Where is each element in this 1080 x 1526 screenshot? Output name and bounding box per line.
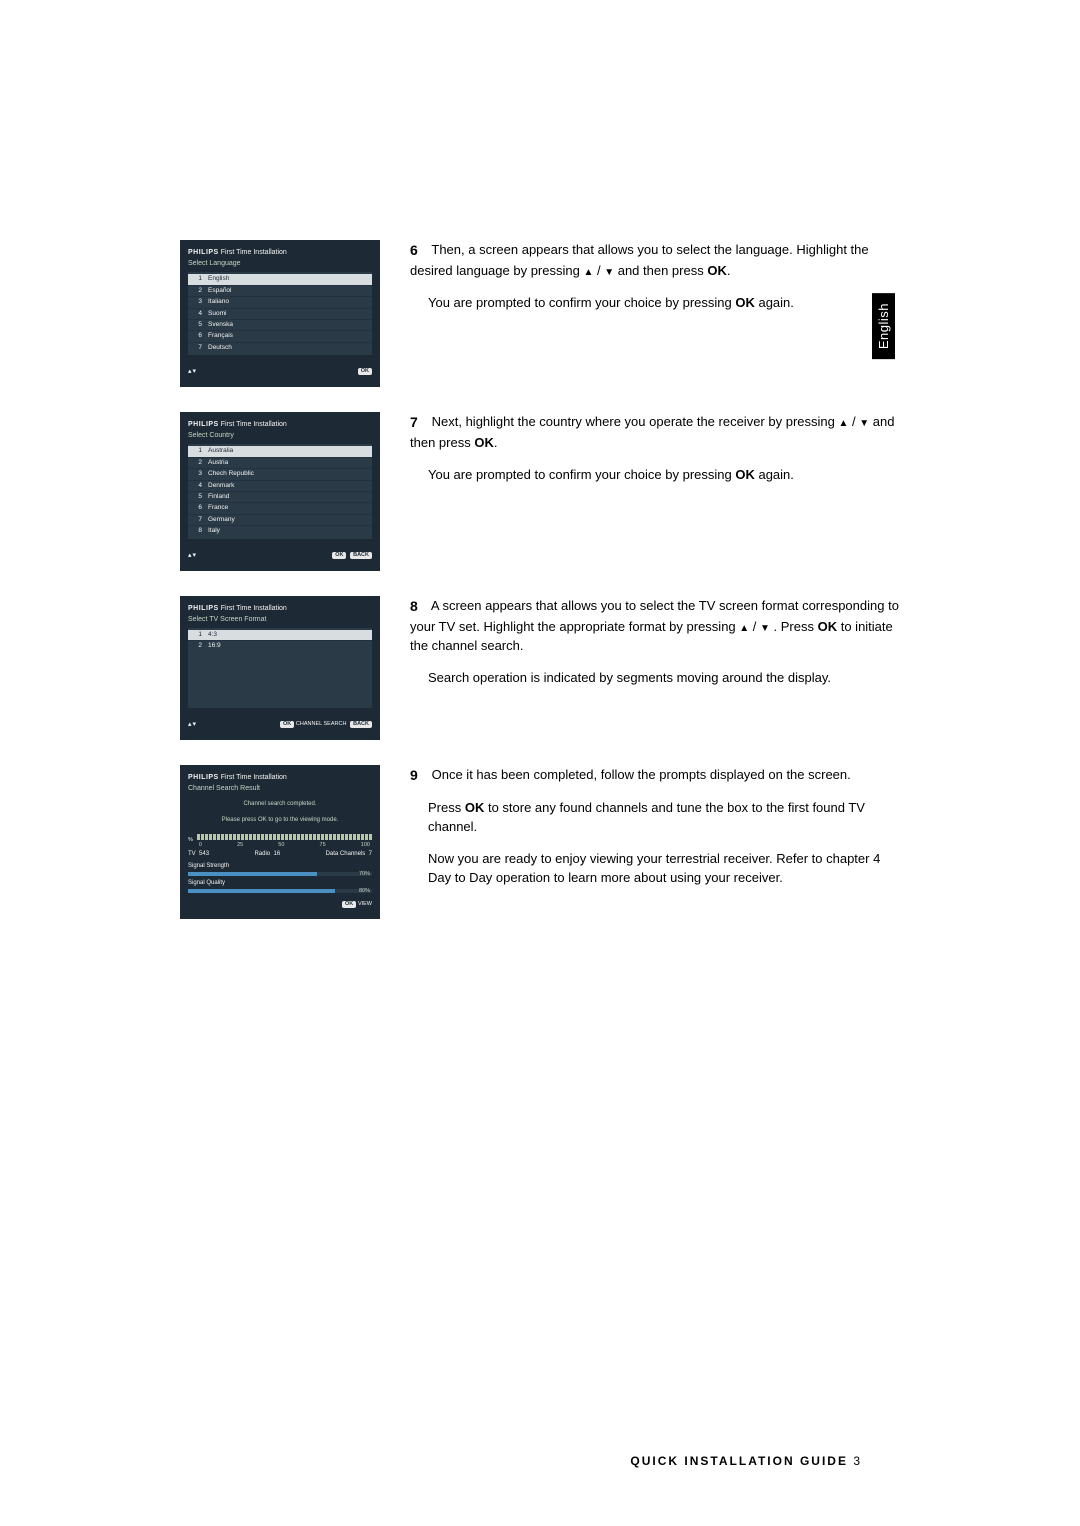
nav-arrows-icon <box>188 720 197 730</box>
list-item[interactable]: 3Italiano <box>188 297 372 308</box>
arrow-down-icon <box>604 263 614 278</box>
tv-subtitle: Channel Search Result <box>188 784 372 793</box>
step-number: 6 <box>410 240 428 261</box>
list-item[interactable]: 6France <box>188 503 372 514</box>
list-item[interactable]: 14:3 <box>188 630 372 641</box>
list-item[interactable]: 216:9 <box>188 641 372 651</box>
ok-badge[interactable]: OK <box>342 901 356 908</box>
nav-arrows-icon <box>188 551 197 561</box>
list-item[interactable]: 7Deutsch <box>188 343 372 353</box>
step-text: 6 Then, a screen appears that allows you… <box>410 240 900 281</box>
footer-title: QUICK INSTALLATION GUIDE <box>630 1454 848 1468</box>
back-badge[interactable]: BACK <box>350 552 372 559</box>
step-text: Press OK to store any found channels and… <box>428 798 900 837</box>
progress-bar <box>197 834 372 840</box>
ok-badge[interactable]: OK <box>280 721 294 728</box>
list-item[interactable]: 4Denmark <box>188 481 372 492</box>
brand-label: PHILIPS <box>188 605 219 612</box>
step-9: PHILIPS First Time Installation Channel … <box>180 765 900 919</box>
tv-title: First Time Installation <box>221 774 287 781</box>
tv-subtitle: Select Language <box>188 259 372 268</box>
list-item[interactable]: 2Español <box>188 286 372 297</box>
tv-subtitle: Select TV Screen Format <box>188 615 372 624</box>
tv-select-language: PHILIPS First Time Installation Select L… <box>180 240 380 387</box>
step-6: PHILIPS First Time Installation Select L… <box>180 240 900 387</box>
brand-label: PHILIPS <box>188 774 219 781</box>
tv-list: 1English 2Español 3Italiano 4Suomi 5Sven… <box>188 272 372 355</box>
step-number: 7 <box>410 412 428 433</box>
list-item[interactable]: 3Chech Republic <box>188 469 372 480</box>
list-item[interactable]: 8Italy <box>188 526 372 536</box>
tv-select-country: PHILIPS First Time Installation Select C… <box>180 412 380 570</box>
tv-title: First Time Installation <box>221 605 287 612</box>
progress-scale: 0255075100 <box>197 842 372 849</box>
step-number: 9 <box>410 765 428 786</box>
tv-select-format: PHILIPS First Time Installation Select T… <box>180 596 380 740</box>
step-text: 7 Next, highlight the country where you … <box>410 412 900 453</box>
page: English PHILIPS First Time Installation … <box>0 0 1080 1004</box>
result-msg: Channel search completed. <box>188 797 372 813</box>
nav-arrows-icon <box>188 367 197 377</box>
list-item[interactable]: 6Français <box>188 331 372 342</box>
channel-search-label: CHANNEL SEARCH <box>296 721 347 727</box>
arrow-down-icon <box>859 414 869 429</box>
step-text: Now you are ready to enjoy viewing your … <box>428 849 900 888</box>
list-item[interactable]: 5Svenska <box>188 320 372 331</box>
arrow-down-icon <box>760 619 770 634</box>
tv-title: First Time Installation <box>221 249 287 256</box>
page-number: 3 <box>853 1454 860 1468</box>
back-badge[interactable]: BACK <box>350 721 372 728</box>
view-label: VIEW <box>358 901 372 907</box>
brand-label: PHILIPS <box>188 249 219 256</box>
stats-row: TV 543 Radio 16 Data Channels 7 <box>188 849 372 861</box>
list-item[interactable]: 1English <box>188 274 372 285</box>
tv-subtitle: Select Country <box>188 431 372 440</box>
step-number: 8 <box>410 596 428 617</box>
ok-badge[interactable]: OK <box>332 552 346 559</box>
pct-label: % <box>188 837 193 844</box>
tv-search-result: PHILIPS First Time Installation Channel … <box>180 765 380 919</box>
step-text: Search operation is indicated by segment… <box>428 668 900 688</box>
step-8: PHILIPS First Time Installation Select T… <box>180 596 900 740</box>
step-text: You are prompted to confirm your choice … <box>428 293 900 313</box>
result-msg: Please press OK to go to the viewing mod… <box>188 813 372 829</box>
page-footer: QUICK INSTALLATION GUIDE 3 <box>630 1454 860 1468</box>
list-item[interactable]: 1Australia <box>188 446 372 457</box>
step-text: You are prompted to confirm your choice … <box>428 465 900 485</box>
language-tab: English <box>872 293 895 359</box>
arrow-up-icon <box>838 414 848 429</box>
step-text: 8 A screen appears that allows you to se… <box>410 596 900 656</box>
tv-list: 14:3 216:9 <box>188 628 372 708</box>
signal-strength: Signal Strength 70% <box>188 861 372 878</box>
tv-list: 1Australia 2Austria 3Chech Republic 4Den… <box>188 444 372 539</box>
arrow-up-icon <box>739 619 749 634</box>
list-item[interactable]: 2Austria <box>188 458 372 469</box>
brand-label: PHILIPS <box>188 421 219 428</box>
tv-title: First Time Installation <box>221 421 287 428</box>
list-item[interactable]: 7Germany <box>188 515 372 526</box>
ok-badge[interactable]: OK <box>358 368 372 375</box>
step-7: PHILIPS First Time Installation Select C… <box>180 412 900 570</box>
arrow-up-icon <box>583 263 593 278</box>
list-item[interactable]: 5Finland <box>188 492 372 503</box>
signal-quality: Signal Quality 80% <box>188 878 372 895</box>
step-text: 9 Once it has been completed, follow the… <box>410 765 900 786</box>
list-item[interactable]: 4Suomi <box>188 309 372 320</box>
